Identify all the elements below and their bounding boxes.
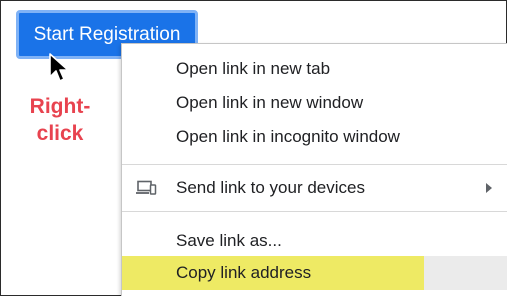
menu-item-open-new-tab[interactable]: Open link in new tab — [122, 52, 507, 86]
menu-item-send-to-devices[interactable]: Send link to your devices — [122, 171, 507, 205]
menu-separator — [122, 211, 507, 212]
menu-item-label: Open link in new window — [176, 93, 364, 112]
menu-item-open-new-window[interactable]: Open link in new window — [122, 86, 507, 120]
mouse-cursor-icon — [49, 53, 69, 82]
annotation-line-1: Right- — [29, 95, 91, 118]
menu-item-label: Save link as... — [176, 231, 282, 250]
menu-item-save-link-as[interactable]: Save link as... — [122, 224, 507, 258]
menu-item-open-incognito[interactable]: Open link in incognito window — [122, 120, 507, 154]
right-click-annotation: Right- click — [20, 93, 100, 147]
submenu-arrow-icon — [486, 183, 492, 193]
devices-icon — [136, 180, 157, 195]
menu-item-label: Open link in incognito window — [176, 127, 400, 146]
annotation-line-2: click — [36, 122, 84, 145]
menu-item-label: Send link to your devices — [176, 178, 365, 197]
menu-item-label: Open link in new tab — [176, 59, 331, 78]
menu-item-copy-link-address[interactable]: Copy link address — [122, 256, 507, 290]
menu-separator — [122, 164, 507, 165]
context-menu: Open link in new tab Open link in new wi… — [121, 43, 507, 296]
menu-item-label: Copy link address — [176, 263, 312, 282]
